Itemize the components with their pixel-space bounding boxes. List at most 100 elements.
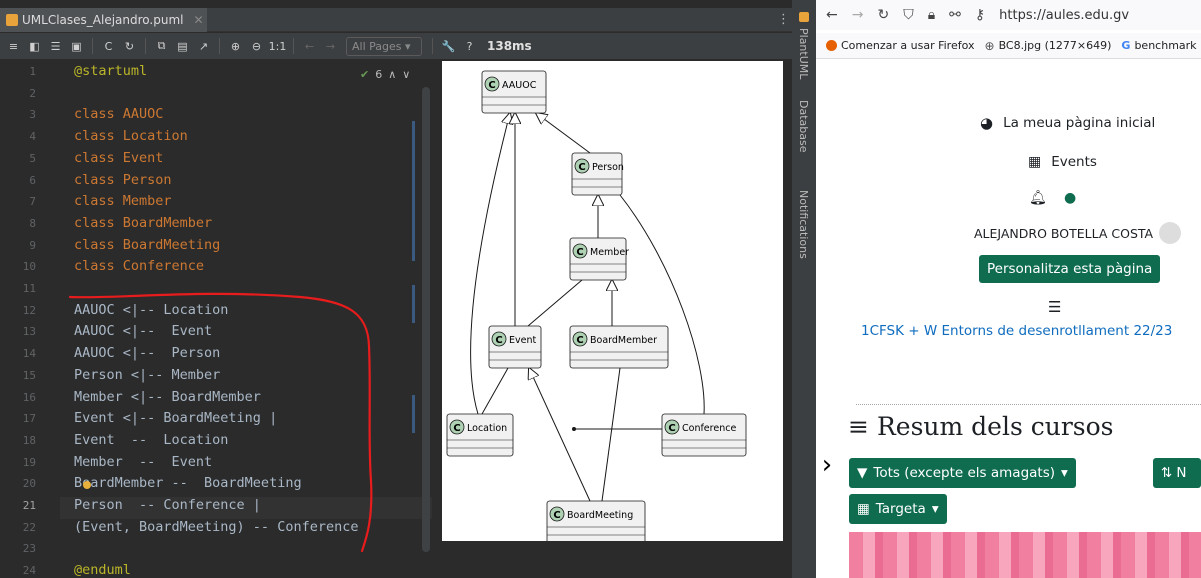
code-line: AAUOC <|-- Person	[74, 345, 221, 362]
notifications-tool-tab[interactable]: Notifications	[797, 190, 810, 259]
bookmark-bc8[interactable]: ⊕ BC8.jpg (1277×649)	[985, 39, 1112, 53]
course-link[interactable]: 1CFSK + W Entorns de desenrotllament 22/…	[861, 323, 1172, 339]
chevron-down-icon[interactable]: ∨	[402, 68, 410, 81]
zoom-out-icon[interactable]: ⊖	[247, 37, 266, 56]
line-number: 22	[22, 520, 36, 534]
sync-icon[interactable]: ↻	[120, 37, 139, 56]
shield-icon[interactable]: ⛉	[903, 7, 914, 23]
code-line: AAUOC <|-- Event	[74, 323, 213, 340]
code-line: Event <|-- BoardMeeting |	[74, 410, 278, 427]
line-number: 3	[29, 108, 36, 122]
pages-select-value: All Pages	[352, 39, 402, 53]
editor-scrollbar[interactable]	[422, 87, 430, 552]
events-link-label: Events	[1051, 154, 1097, 170]
split-view-icon[interactable]: ◧	[25, 37, 44, 56]
code-line: class BoardMeeting	[74, 236, 221, 253]
code-line: class Conference	[74, 258, 205, 275]
zoom-in-icon[interactable]: ⊕	[226, 37, 245, 56]
arrow-right-icon[interactable]: →	[321, 37, 340, 56]
uml-class-conference: C Conference	[661, 413, 747, 457]
wrench-icon[interactable]: 🔧	[439, 37, 458, 56]
line-number: 11	[22, 282, 36, 295]
code-line: Person -- Conference |	[74, 497, 261, 513]
line-number: 5	[29, 151, 36, 165]
editor-tab[interactable]: UMLClases_Alejandro.puml ✕	[0, 8, 207, 32]
code-line: Member <|-- BoardMember	[74, 388, 261, 405]
course-index-icon[interactable]: ☰	[1048, 298, 1061, 316]
bookmark-firefox[interactable]: Comenzar a usar Firefox	[826, 39, 975, 52]
class-badge-letter: C	[576, 335, 583, 346]
uml-class-diagram: C AAUOCC PersonC MemberC Event C BoardMemberC L…	[442, 61, 783, 541]
screen: UMLClases_Alejandro.puml ✕ ⋮ ≡ ◧ ☰ ▣ C ↻…	[0, 0, 1201, 578]
section-title: Resum dels cursos	[876, 412, 1114, 441]
reload-icon[interactable]: ↻	[877, 7, 889, 23]
image-icon[interactable]: ▣	[67, 37, 86, 56]
actual-size-button[interactable]: 1:1	[268, 37, 287, 56]
key-icon[interactable]: ⚷	[975, 7, 985, 23]
user-menu[interactable]: ALEJANDRO BOTELLA COSTA	[974, 222, 1182, 244]
back-icon[interactable]: ←	[826, 7, 838, 23]
uml-class-aauoc: C AAUOC	[481, 70, 547, 114]
avatar	[1159, 222, 1182, 244]
edge-member-event	[527, 279, 583, 327]
view-dropdown[interactable]: ▦ Targeta ▾	[849, 494, 947, 524]
plantuml-strip-icon[interactable]	[799, 12, 809, 22]
line-number: 23	[22, 542, 36, 556]
bookmark-benchmark[interactable]: Gbenchmark	[1121, 39, 1196, 52]
firefox-icon	[826, 40, 837, 51]
chevron-up-icon[interactable]: ∧	[388, 68, 396, 81]
more-options-icon[interactable]: ⋮	[777, 8, 790, 32]
editor-tab-label: UMLClases_Alejandro.puml	[22, 13, 184, 27]
bell-icon[interactable]: 🔔︎	[1029, 190, 1047, 206]
plantuml-tool-tab[interactable]: PlantUML	[797, 28, 810, 79]
permissions-icon[interactable]: ⚯	[949, 7, 961, 23]
edge-person-conference	[619, 194, 705, 415]
class-name: Member	[590, 247, 629, 258]
uml-class-member: C Member	[569, 237, 629, 281]
class-badge-letter: C	[668, 423, 675, 434]
sort-dropdown[interactable]: ⇅ N	[1153, 458, 1201, 488]
save-icon[interactable]: ▤	[173, 37, 192, 56]
globe-icon: ⊕	[984, 38, 995, 53]
events-link[interactable]: ▦ Events	[1028, 154, 1097, 170]
home-link[interactable]: ◕ La meua pàgina inicial	[980, 114, 1155, 132]
database-tool-tab[interactable]: Database	[797, 100, 810, 153]
inspection-widget[interactable]: ✔ 6 ∧ ∨	[360, 68, 410, 81]
line-number: 10	[22, 260, 36, 274]
refresh-icon[interactable]: C	[99, 37, 118, 56]
puml-file-icon	[6, 14, 18, 26]
close-tab-icon[interactable]: ✕	[193, 8, 203, 32]
class-name: Event	[509, 335, 536, 346]
caret-down-icon: ▾	[931, 501, 939, 517]
filter-label: Tots (excepte els amagats)	[873, 465, 1056, 481]
dashboard-icon: ◕	[980, 114, 994, 132]
line-number: 12	[22, 303, 36, 317]
code-editor[interactable]: 1 @startuml 2 3 class AAUOC 4 class Location 5 c…	[0, 61, 432, 578]
menu-icon[interactable]: ≡	[4, 37, 23, 56]
right-tool-strip: PlantUML Database Notifications	[792, 0, 816, 578]
course-card-image[interactable]	[849, 532, 1201, 578]
pages-select[interactable]: All Pages ▾	[346, 36, 422, 56]
toolbar-divider	[92, 38, 93, 54]
arrow-left-icon[interactable]: ←	[300, 37, 319, 56]
external-link-icon[interactable]: ↗	[194, 37, 213, 56]
list-view-icon[interactable]: ☰	[46, 37, 65, 56]
chat-icon[interactable]: ●	[1064, 190, 1076, 206]
line-number: 14	[22, 347, 36, 361]
lightbulb-icon[interactable]	[83, 481, 91, 489]
ide-window: UMLClases_Alejandro.puml ✕ ⋮ ≡ ◧ ☰ ▣ C ↻…	[0, 0, 816, 578]
line-number: 20	[22, 477, 36, 491]
divider	[856, 404, 1201, 405]
url-bar[interactable]: https://aules.edu.gv	[999, 8, 1129, 23]
forward-icon[interactable]: →	[852, 7, 864, 23]
toolbar-divider	[432, 38, 433, 54]
help-button[interactable]: ?	[460, 37, 479, 56]
lock-icon[interactable]: 🔒︎	[928, 7, 935, 23]
page-scrollbar[interactable]	[1196, 60, 1201, 360]
line-number: 18	[22, 433, 36, 447]
sort-icon: ⇅	[1161, 465, 1173, 481]
filter-dropdown[interactable]: ▼ Tots (excepte els amagats) ▾	[849, 458, 1076, 488]
copy-icon[interactable]: ⧉	[152, 37, 171, 56]
customize-page-button[interactable]: Personalitza esta pàgina	[979, 255, 1161, 283]
drawer-toggle-chevron-icon[interactable]: ›	[816, 450, 838, 480]
